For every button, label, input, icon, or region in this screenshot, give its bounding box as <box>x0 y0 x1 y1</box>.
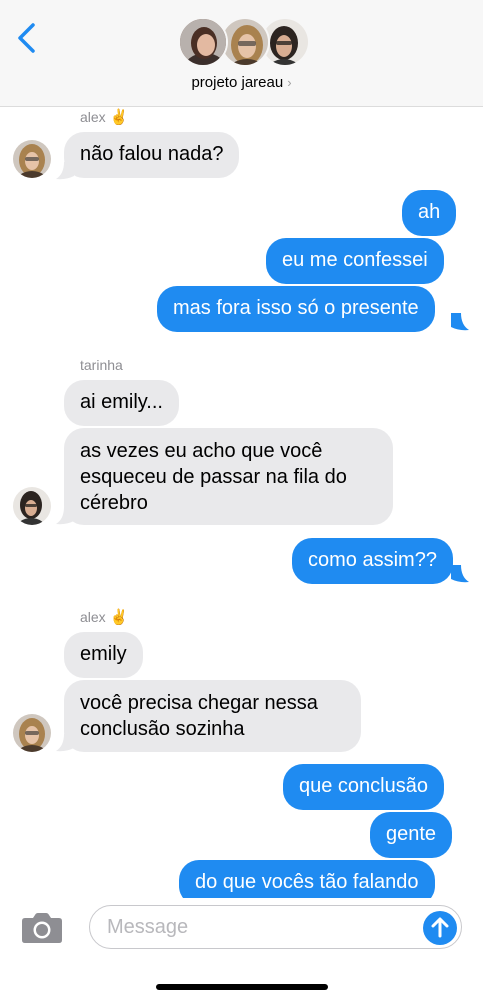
message-bubble[interactable]: você precisa chegar nessa conclusão sozi… <box>64 680 361 752</box>
message-bubble[interactable]: que conclusão <box>283 764 444 810</box>
message-bubble[interactable]: eu me confessei <box>266 238 444 284</box>
message-bubble[interactable]: ah <box>402 190 457 236</box>
camera-icon <box>22 913 62 943</box>
avatar <box>13 140 51 178</box>
chevron-right-icon: › <box>287 75 292 90</box>
home-indicator <box>156 984 328 990</box>
avatar <box>13 714 51 752</box>
back-button[interactable] <box>14 22 40 54</box>
group-avatars[interactable] <box>178 17 310 69</box>
message-bubble[interactable]: como assim?? <box>292 538 453 584</box>
message-bubble[interactable]: emily <box>64 632 143 678</box>
chevron-left-icon <box>18 23 35 53</box>
avatar <box>178 17 228 67</box>
camera-button[interactable] <box>21 912 63 944</box>
bubble-tail <box>451 313 469 331</box>
message-bubble[interactable]: mas fora isso só o presente <box>157 286 435 332</box>
sender-name: alex ✌️ <box>80 609 129 626</box>
bubble-tail <box>451 565 469 583</box>
message-bubble[interactable]: não falou nada? <box>64 132 240 178</box>
message-bubble[interactable]: as vezes eu acho que você esqueceu de pa… <box>64 428 393 525</box>
sender-name: alex ✌️ <box>80 109 129 126</box>
victory-hand-emoji: ✌️ <box>109 609 129 626</box>
group-name[interactable]: projeto jareau › <box>0 74 483 91</box>
sender-name: tarinha <box>80 357 123 373</box>
arrow-up-icon <box>431 917 449 938</box>
message-input[interactable] <box>89 905 462 949</box>
send-button[interactable] <box>423 911 457 945</box>
group-name-label: projeto jareau <box>191 74 284 91</box>
avatar <box>13 487 51 525</box>
victory-hand-emoji: ✌️ <box>109 109 129 126</box>
message-bubble[interactable]: ai emily... <box>64 380 179 426</box>
conversation-header: projeto jareau › <box>0 0 483 107</box>
message-bubble[interactable]: gente <box>370 812 453 858</box>
